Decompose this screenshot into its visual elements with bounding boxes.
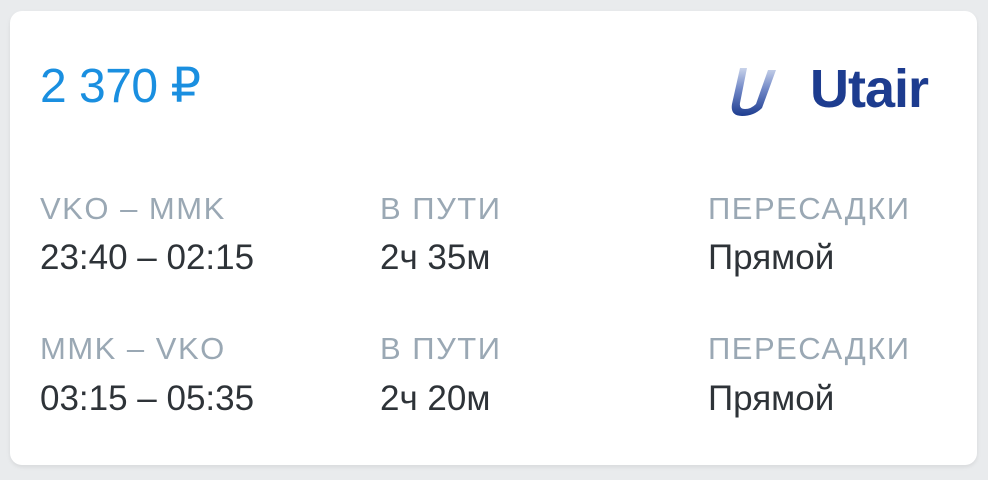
airline-logo: Utair: [718, 59, 948, 122]
segment-2-route: MMK – VKO: [40, 331, 226, 366]
segment-1-duration-label: В ПУТИ: [380, 191, 502, 226]
utair-swoosh-icon: [731, 68, 776, 116]
segment-1-transfers-label: ПЕРЕСАДКИ: [708, 191, 911, 226]
segment-2-duration: 2ч 20м: [380, 379, 491, 418]
airline-name: Utair: [810, 59, 929, 119]
segment-1-route: VKO – MMK: [40, 191, 226, 226]
ticket-card[interactable]: 2 370 ₽ Utair VKO – MMK 23:40 – 02:15 В …: [10, 11, 977, 465]
segment-2-transfers-label: ПЕРЕСАДКИ: [708, 331, 911, 366]
ticket-price: 2 370 ₽: [40, 60, 201, 113]
segment-1-duration: 2ч 35м: [380, 238, 491, 277]
segment-1-transfers: Прямой: [708, 238, 835, 277]
segment-2-duration-label: В ПУТИ: [380, 331, 502, 366]
segment-2-times: 03:15 – 05:35: [40, 379, 255, 418]
segment-1-times: 23:40 – 02:15: [40, 238, 255, 277]
segment-2-transfers: Прямой: [708, 379, 835, 418]
